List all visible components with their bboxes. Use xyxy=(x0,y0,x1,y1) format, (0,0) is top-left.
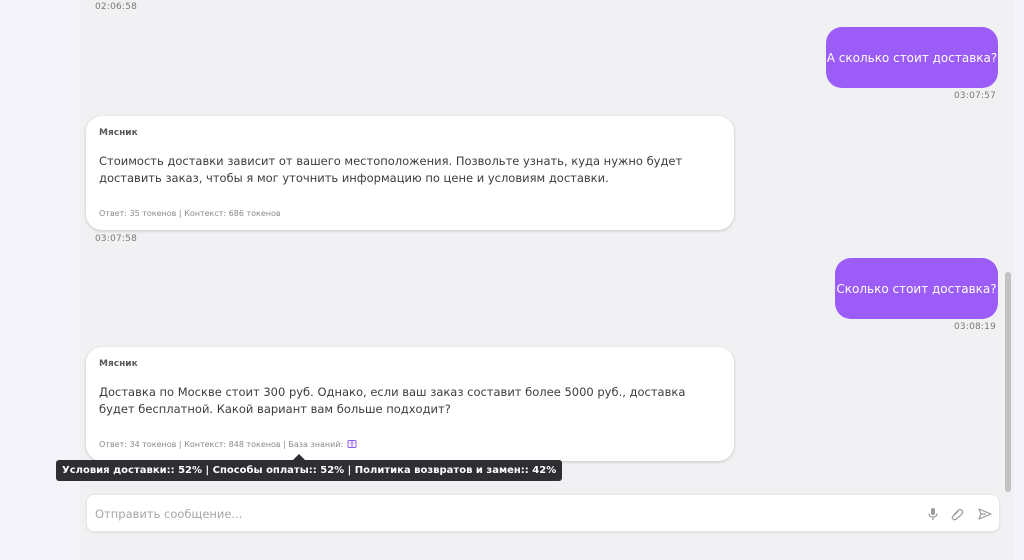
token-stats-text: Ответ: 35 токенов | Контекст: 686 токено… xyxy=(99,209,281,218)
knowledge-base-tooltip: Условия доставки:: 52% | Способы оплаты:… xyxy=(56,460,563,481)
scrollbar-thumb[interactable] xyxy=(1005,272,1011,492)
send-icon[interactable] xyxy=(977,506,993,522)
bot-name: Мясник xyxy=(99,128,138,138)
microphone-icon[interactable] xyxy=(925,506,941,522)
bot-message-text: Доставка по Москве стоит 300 руб. Однако… xyxy=(99,385,686,416)
message-timestamp: 03:07:57 xyxy=(954,91,997,101)
message-timestamp: 03:08:19 xyxy=(954,322,997,332)
knowledge-base-icon[interactable] xyxy=(347,439,357,449)
bot-name: Мясник xyxy=(99,359,138,369)
token-stats: Ответ: 34 токенов | Контекст: 848 токено… xyxy=(99,439,357,449)
user-message-bubble: Сколько стоит доставка? xyxy=(835,258,998,319)
message-input[interactable] xyxy=(95,501,915,527)
user-message-bubble: А сколько стоит доставка? xyxy=(826,27,998,88)
token-stats: Ответ: 35 токенов | Контекст: 686 токено… xyxy=(99,209,281,218)
user-message-text: Сколько стоит доставка? xyxy=(836,281,997,296)
bot-message-text: Стоимость доставки зависит от вашего мес… xyxy=(99,154,683,185)
message-timestamp: 03:07:58 xyxy=(95,234,138,244)
tooltip-text: Условия доставки:: 52% | Способы оплаты:… xyxy=(62,465,557,476)
bot-message-bubble: Мясник Доставка по Москве стоит 300 руб.… xyxy=(86,347,734,461)
paperclip-icon[interactable] xyxy=(949,506,965,522)
user-message-text: А сколько стоит доставка? xyxy=(826,50,998,65)
bot-message-bubble: Мясник Стоимость доставки зависит от ваш… xyxy=(86,116,734,230)
message-timestamp: 02:06:58 xyxy=(95,2,138,12)
message-composer xyxy=(86,494,1000,532)
token-stats-text: Ответ: 34 токенов | Контекст: 848 токено… xyxy=(99,439,344,449)
